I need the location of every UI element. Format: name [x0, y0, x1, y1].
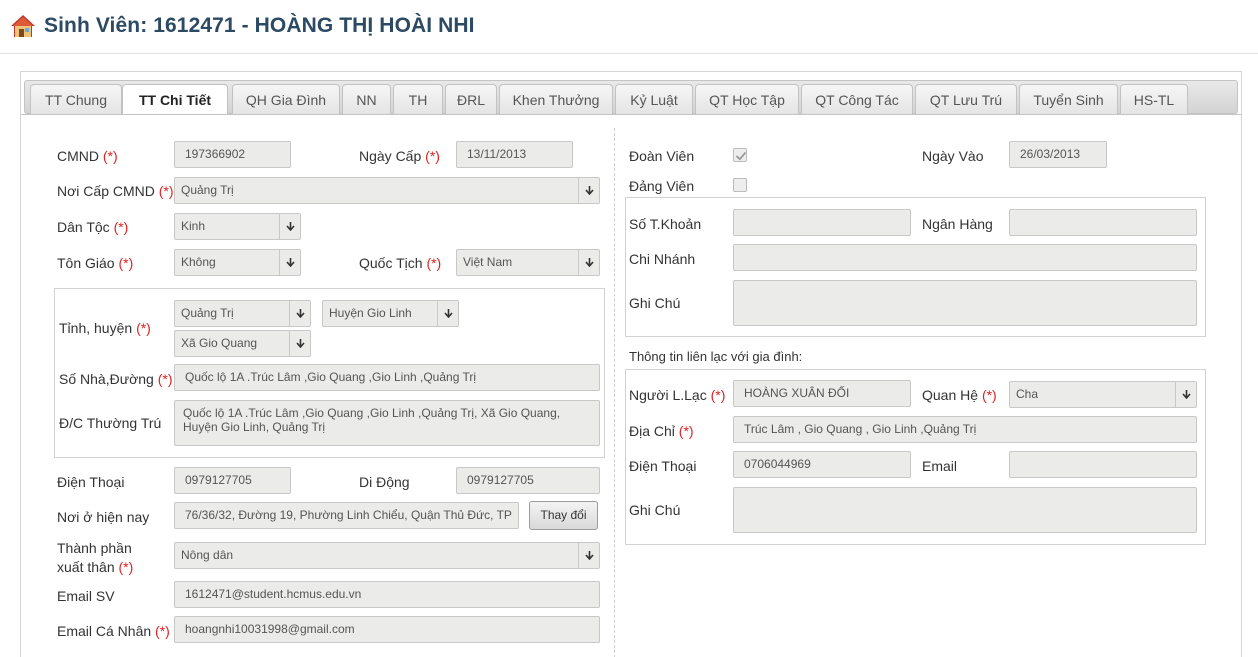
- ton-giao-label: Tôn Giáo (*): [57, 255, 134, 271]
- dien-thoai-label: Điện Thoại: [57, 474, 125, 490]
- tab-bar: TT Chung TT Chi Tiết QH Gia Đình NN TH Đ…: [24, 80, 1238, 117]
- tab-tt-chung[interactable]: TT Chung: [30, 84, 122, 116]
- dan-toc-select[interactable]: Kinh: [174, 213, 301, 240]
- dang-vien-checkbox[interactable]: [733, 178, 747, 192]
- student-detail-panel: TT Chung TT Chi Tiết QH Gia Đình NN TH Đ…: [20, 71, 1242, 657]
- gd-dien-thoai-input[interactable]: 0706044969: [733, 451, 911, 478]
- page-header: Sinh Viên: 1612471 - HOÀNG THỊ HOÀI NHI: [0, 0, 1258, 54]
- gd-dien-thoai-label: Điện Thoại: [629, 458, 697, 474]
- nguoi-ll-input[interactable]: HOÀNG XUÂN ĐỐI: [733, 380, 911, 407]
- check-icon: [735, 151, 747, 161]
- chi-nhanh-label: Chi Nhánh: [629, 251, 696, 267]
- email-cn-label: Email Cá Nhân (*): [57, 623, 170, 639]
- ghi-chu-textarea[interactable]: [733, 280, 1197, 326]
- tab-drl[interactable]: ĐRL: [445, 84, 497, 116]
- ghi-chu-label: Ghi Chú: [629, 295, 681, 311]
- ngay-vao-label: Ngày Vào: [922, 148, 984, 164]
- column-divider: [614, 128, 615, 657]
- gd-email-label: Email: [922, 458, 958, 474]
- thuong-tru-textarea[interactable]: Quốc lộ 1A .Trúc Lâm ,Gio Quang ,Gio Lin…: [174, 400, 600, 446]
- dropdown-arrow-icon: [279, 250, 300, 275]
- gd-ghi-chu-label: Ghi Chú: [629, 502, 681, 518]
- tab-qt-cong-tac[interactable]: QT Công Tác: [801, 84, 913, 116]
- ton-giao-select[interactable]: Không: [174, 249, 301, 276]
- email-sv-label: Email SV: [57, 588, 115, 604]
- nguoi-ll-label: Người L.Lạc (*): [629, 387, 726, 403]
- gd-email-input[interactable]: [1009, 451, 1197, 478]
- thuong-tru-label: Đ/C Thường Trú: [59, 415, 162, 431]
- thay-doi-button[interactable]: Thay đổi: [529, 501, 598, 530]
- cmnd-label: CMND (*): [57, 148, 118, 164]
- family-contact-heading: Thông tin liên lạc với gia đình:: [629, 349, 803, 364]
- home-icon[interactable]: [10, 13, 36, 39]
- quan-he-label: Quan Hệ (*): [922, 387, 997, 403]
- quan-he-select[interactable]: Cha: [1009, 381, 1197, 408]
- tab-tt-chi-tiet[interactable]: TT Chi Tiết: [122, 84, 228, 117]
- noi-cap-label: Nơi Cấp CMND (*): [57, 183, 174, 199]
- tab-tuyen-sinh[interactable]: Tuyển Sinh: [1019, 84, 1118, 116]
- huyen-select[interactable]: Huyện Gio Linh: [322, 300, 459, 327]
- noi-o-label: Nơi ở hiện nay: [57, 509, 150, 525]
- tab-qt-hoc-tap[interactable]: QT Học Tập: [695, 84, 799, 116]
- so-nha-input[interactable]: Quốc lộ 1A .Trúc Lâm ,Gio Quang ,Gio Lin…: [174, 364, 600, 391]
- noi-cap-select[interactable]: Quảng Trị: [174, 177, 600, 204]
- cmnd-input[interactable]: 197366902: [174, 141, 291, 168]
- chi-nhanh-input[interactable]: [733, 244, 1197, 271]
- tinh-huyen-label: Tỉnh, huyện (*): [59, 320, 151, 336]
- tab-qh-gia-dinh[interactable]: QH Gia Đình: [232, 84, 340, 116]
- dia-chi-label: Địa Chỉ (*): [629, 423, 694, 439]
- di-dong-input[interactable]: 0979127705: [456, 467, 600, 494]
- quoc-tich-select[interactable]: Việt Nam: [456, 249, 600, 276]
- dropdown-arrow-icon: [578, 543, 599, 568]
- tab-khen-thuong[interactable]: Khen Thưởng: [499, 84, 613, 116]
- dia-chi-input[interactable]: Trúc Lâm , Gio Quang , Gio Linh ,Quảng T…: [733, 416, 1197, 443]
- so-tk-input[interactable]: [733, 209, 911, 236]
- ngay-cap-label: Ngày Cấp (*): [359, 148, 440, 164]
- xa-select[interactable]: Xã Gio Quang: [174, 330, 311, 357]
- dropdown-arrow-icon: [289, 331, 310, 356]
- tinh-select[interactable]: Quảng Trị: [174, 300, 311, 327]
- so-nha-label: Số Nhà,Đường (*): [59, 371, 173, 387]
- so-tk-label: Số T.Khoản: [629, 216, 702, 232]
- email-cn-input[interactable]: hoangnhi10031998@gmail.com: [174, 616, 600, 643]
- dropdown-arrow-icon: [289, 301, 310, 326]
- tab-th[interactable]: TH: [393, 84, 443, 116]
- tab-qt-luu-tru[interactable]: QT Lưu Trú: [915, 84, 1017, 116]
- dropdown-arrow-icon: [279, 214, 300, 239]
- quoc-tich-label: Quốc Tịch (*): [359, 255, 442, 271]
- tab-nn[interactable]: NN: [342, 84, 391, 116]
- tab-hs-tl[interactable]: HS-TL: [1120, 84, 1188, 116]
- ngan-hang-label: Ngân Hàng: [922, 216, 993, 232]
- tab-content: CMND (*) 197366902 Ngày Cấp (*) 13/11/20…: [21, 114, 1241, 657]
- tab-ky-luat[interactable]: Kỷ Luật: [615, 84, 693, 116]
- thanh-phan-select[interactable]: Nông dân: [174, 542, 600, 569]
- dropdown-arrow-icon: [1175, 382, 1196, 407]
- di-dong-label: Di Động: [359, 474, 410, 490]
- doan-vien-label: Đoàn Viên: [629, 148, 695, 164]
- gd-ghi-chu-textarea[interactable]: [733, 487, 1197, 533]
- dropdown-arrow-icon: [578, 178, 599, 203]
- email-sv-input[interactable]: 1612471@student.hcmus.edu.vn: [174, 581, 600, 608]
- thanh-phan-label: Thành phần xuất thân (*): [57, 540, 134, 575]
- ngan-hang-input[interactable]: [1009, 209, 1197, 236]
- page-title: Sinh Viên: 1612471 - HOÀNG THỊ HOÀI NHI: [44, 14, 475, 37]
- dan-toc-label: Dân Tộc (*): [57, 219, 129, 235]
- noi-o-input[interactable]: 76/36/32, Đường 19, Phường Linh Chiểu, Q…: [174, 502, 519, 529]
- ngay-vao-input[interactable]: 26/03/2013: [1009, 141, 1107, 168]
- dropdown-arrow-icon: [437, 301, 458, 326]
- dropdown-arrow-icon: [578, 250, 599, 275]
- doan-vien-checkbox[interactable]: [733, 148, 747, 162]
- dien-thoai-input[interactable]: 0979127705: [174, 467, 291, 494]
- ngay-cap-input[interactable]: 13/11/2013: [456, 141, 573, 168]
- dang-vien-label: Đảng Viên: [629, 178, 695, 194]
